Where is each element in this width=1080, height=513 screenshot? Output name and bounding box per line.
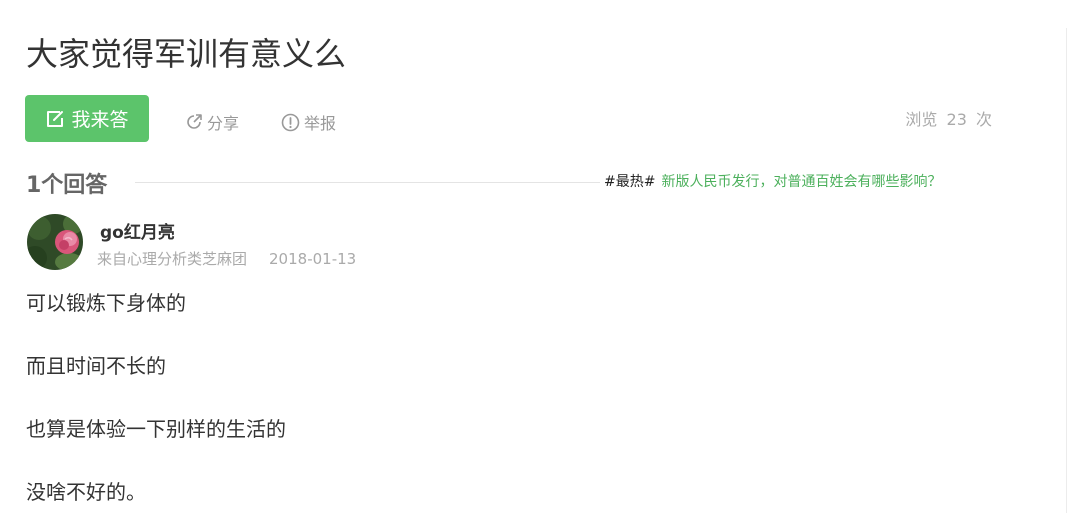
author-meta: 来自心理分析类芝麻团 2018-01-13 <box>97 248 356 269</box>
alert-icon <box>281 113 300 132</box>
answer-paragraph: 也算是体验一下别样的生活的 <box>26 417 286 441</box>
share-button[interactable]: 分享 <box>185 110 239 134</box>
answers-count-heading: 1个回答 <box>26 173 108 198</box>
author-source: 来自心理分析类芝麻团 <box>97 250 248 268</box>
answer-paragraph: 没啥不好的。 <box>26 480 146 504</box>
hot-topic: #最热# 新版人民币发行，对普通百姓会有哪些影响？ <box>604 171 941 191</box>
share-label: 分享 <box>207 114 240 133</box>
view-count-number: 23 <box>946 110 967 129</box>
avatar[interactable] <box>27 214 83 270</box>
answer-button-label: 我来答 <box>71 109 129 131</box>
view-count: 浏览 23 次 <box>905 106 992 130</box>
answer-paragraph: 可以锻炼下身体的 <box>26 291 186 315</box>
answer-date: 2018-01-13 <box>269 250 357 268</box>
question-page: 大家觉得军训有意义么 我来答 分享 举报 浏览 23 次 1个回答 #最热# 新… <box>0 0 1080 513</box>
answer-paragraph: 而且时间不长的 <box>26 354 166 378</box>
report-label: 举报 <box>304 114 337 133</box>
hot-tag: #最热# <box>604 174 656 190</box>
answers-divider <box>135 182 600 183</box>
report-button[interactable]: 举报 <box>281 110 336 134</box>
hot-topic-link[interactable]: 新版人民币发行，对普通百姓会有哪些影响？ <box>661 174 941 190</box>
question-title: 大家觉得军训有意义么 <box>26 35 347 73</box>
content-right-border <box>1066 28 1067 513</box>
share-icon <box>185 113 203 131</box>
author-name[interactable]: go红月亮 <box>100 218 175 243</box>
view-count-suffix: 次 <box>975 110 992 129</box>
answer-button[interactable]: 我来答 <box>25 95 149 142</box>
view-count-prefix: 浏览 <box>905 110 938 129</box>
edit-icon <box>45 109 65 129</box>
